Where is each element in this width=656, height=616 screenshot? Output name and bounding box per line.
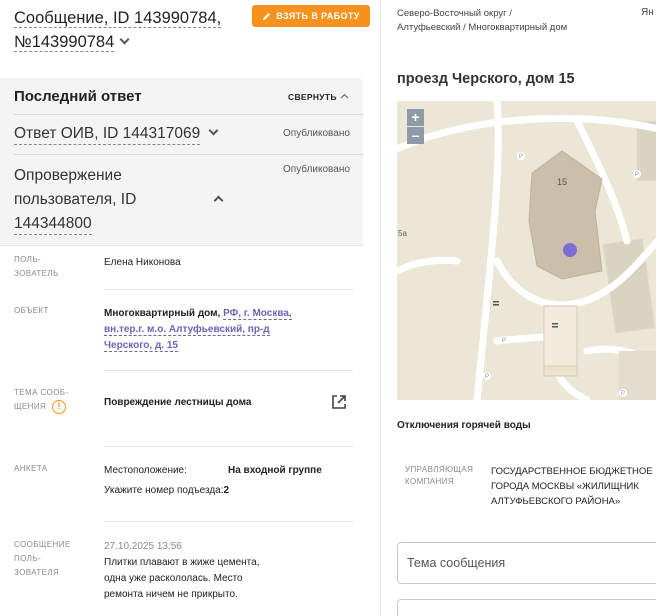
location-marker[interactable]	[563, 243, 577, 257]
divider	[14, 154, 363, 155]
last-answer-panel: Последний ответ СВЕРНУТЬ Ответ ОИВ, ID 1…	[0, 78, 363, 246]
form-entrance: Укажите номер подъезда:2	[104, 483, 229, 499]
message-title-line2: №143990784	[14, 33, 115, 52]
message-title-line1: Сообщение, ID 143990784,	[14, 9, 222, 28]
warning-icon: !	[52, 400, 67, 414]
user-value: Елена Никонова	[104, 257, 181, 268]
chevron-up-icon	[340, 93, 348, 102]
building-number-label: 15	[557, 177, 567, 187]
breadcrumb: Северо-Восточный округ / Алтуфьевский / …	[397, 8, 568, 33]
message-title[interactable]: Сообщение, ID 143990784, №143990784	[14, 6, 244, 54]
divider	[104, 370, 353, 371]
collapse-button[interactable]: СВЕРНУТЬ	[288, 92, 348, 102]
left-panel: Сообщение, ID 143990784, №143990784 ВЗЯТ…	[0, 0, 370, 616]
svg-text:P: P	[635, 172, 639, 178]
refutation-title[interactable]: Опровержение пользователя, ID 144344800	[14, 164, 194, 236]
form-location-value: На входной группе	[228, 465, 322, 476]
take-to-work-label: ВЗЯТЬ В РАБОТУ	[276, 11, 360, 21]
refutation-line1: Опровержение	[14, 167, 122, 184]
map[interactable]: 15 5а P P P P P + –	[397, 101, 656, 400]
answer-oiv-status: Опубликовано	[283, 128, 350, 139]
answer-oiv-label: Ответ ОИВ, ID 144317069	[14, 125, 201, 145]
topic-label: ТЕМА СООБ- ЩЕНИЯ!	[14, 386, 89, 414]
address-title: проезд Черского, дом 15	[397, 71, 575, 87]
pencil-icon	[263, 12, 271, 20]
user-message-text: Плитки плавают в жиже цемента, одна уже …	[104, 557, 260, 600]
divider	[104, 289, 353, 290]
hot-water-outage-link[interactable]: Отключения горячей воды	[397, 420, 531, 431]
management-company-line2: ГОРОДА МОСКВЫ «ЖИЛИЩНИК	[491, 481, 639, 492]
message-topic-field[interactable]: Тема сообщения	[397, 542, 656, 584]
refutation-line3: 144344800	[14, 215, 92, 235]
last-answer-heading: Последний ответ	[14, 88, 142, 105]
map-canvas: 15 5а P P P P P	[397, 101, 656, 400]
svg-text:P: P	[519, 154, 523, 160]
form-entrance-label: Укажите номер подъезда:	[104, 485, 224, 496]
right-panel: Северо-Восточный округ / Алтуфьевский / …	[381, 0, 656, 616]
management-company-value: ГОСУДАРСТВЕННОЕ БЮДЖЕТНОЕ ГОРОДА МОСКВЫ …	[491, 464, 656, 509]
user-label: ПОЛЬ- ЗОВАТЕЛЬ	[14, 255, 59, 278]
svg-text:P: P	[502, 338, 506, 344]
chevron-down-icon[interactable]	[119, 34, 130, 45]
answer-oiv-title[interactable]: Ответ ОИВ, ID 144317069	[14, 125, 219, 145]
truncated-text: Ян	[641, 7, 654, 18]
object-value: Многоквартирный дом, РФ, г. Москва, вн.т…	[104, 306, 299, 354]
external-link-icon[interactable]	[331, 394, 347, 410]
divider	[104, 521, 353, 522]
form-label: АНКЕТА	[14, 464, 48, 473]
side-label: 5а	[398, 229, 407, 238]
management-company-line3: АЛТУФЬЕВСКОГО РАЙОНА»	[491, 496, 621, 507]
plus-icon[interactable]: +	[407, 109, 424, 126]
topic-value: Повреждение лестницы дома	[104, 397, 252, 408]
message-topic-placeholder: Тема сообщения	[407, 556, 506, 570]
object-prefix: Многоквартирный дом,	[104, 308, 224, 319]
management-company-label: УПРАВЛЯЮЩАЯ КОМПАНИЯ	[405, 465, 474, 486]
chevron-down-icon[interactable]	[208, 125, 219, 136]
form-location-label: Местоположение:	[104, 465, 187, 476]
svg-text:P: P	[621, 391, 625, 397]
refutation-line2: пользователя, ID	[14, 191, 137, 208]
refutation-status: Опубликовано	[283, 164, 350, 175]
form-entrance-value: 2	[223, 485, 230, 496]
divider	[14, 114, 363, 115]
svg-text:P: P	[485, 374, 489, 380]
message-text-field[interactable]	[397, 599, 656, 616]
zoom-controls: + –	[407, 109, 424, 144]
take-to-work-button[interactable]: ВЗЯТЬ В РАБОТУ	[252, 5, 370, 27]
user-message-label: СООБЩЕНИЕ ПОЛЬ- ЗОВАТЕЛЯ	[14, 540, 71, 577]
user-message-date: 27.10.2025 13:56	[104, 541, 182, 552]
object-label: ОБЪЕКТ	[14, 306, 49, 315]
divider	[104, 446, 353, 447]
minus-icon[interactable]: –	[407, 127, 424, 144]
refutation-underline-spacer	[184, 204, 364, 206]
collapse-label: СВЕРНУТЬ	[288, 92, 337, 102]
management-company-line1: ГОСУДАРСТВЕННОЕ БЮДЖЕТНОЕ	[491, 466, 653, 477]
